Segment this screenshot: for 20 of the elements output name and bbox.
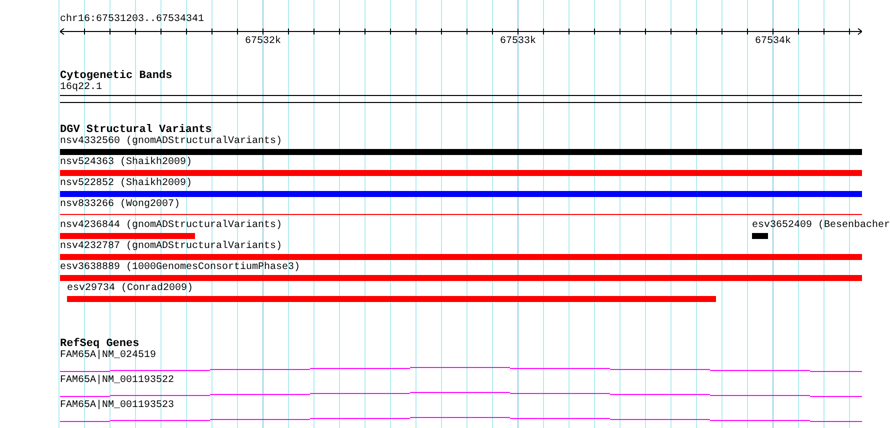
- feature-label: esv29734 (Conrad2009): [67, 283, 194, 295]
- tick-label: 67534k: [755, 36, 791, 48]
- track-title: RefSeq Genes: [60, 338, 140, 350]
- feature-label: nsv4232787 (gnomADStructuralVariants): [60, 241, 282, 253]
- gene-label: FAM65A|NM_001193523: [60, 400, 174, 412]
- band-label: 16q22.1: [60, 82, 102, 94]
- track-title: DGV Structural Variants: [60, 124, 212, 136]
- tick-label: 67533k: [500, 36, 536, 48]
- feature-label: nsv524363 (Shaikh2009): [60, 157, 192, 169]
- gene-label: FAM65A|NM_024519: [60, 350, 156, 362]
- feature-label: esv3638889 (1000GenomesConsortiumPhase3): [60, 262, 300, 274]
- tick-label: 67532k: [245, 36, 281, 48]
- feature-label: esv3652409 (Besenbacher: [752, 220, 890, 232]
- track-title: Cytogenetic Bands: [60, 70, 172, 82]
- feature-label: nsv522852 (Shaikh2009): [60, 178, 192, 190]
- feature-label: nsv4332560 (gnomADStructuralVariants): [60, 136, 282, 148]
- feature-label: nsv833266 (Wong2007): [60, 199, 180, 211]
- gene-label: FAM65A|NM_001193522: [60, 375, 174, 387]
- feature-label: nsv4236844 (gnomADStructuralVariants): [60, 220, 282, 232]
- location-label: chr16:67531203..67534341: [60, 14, 204, 26]
